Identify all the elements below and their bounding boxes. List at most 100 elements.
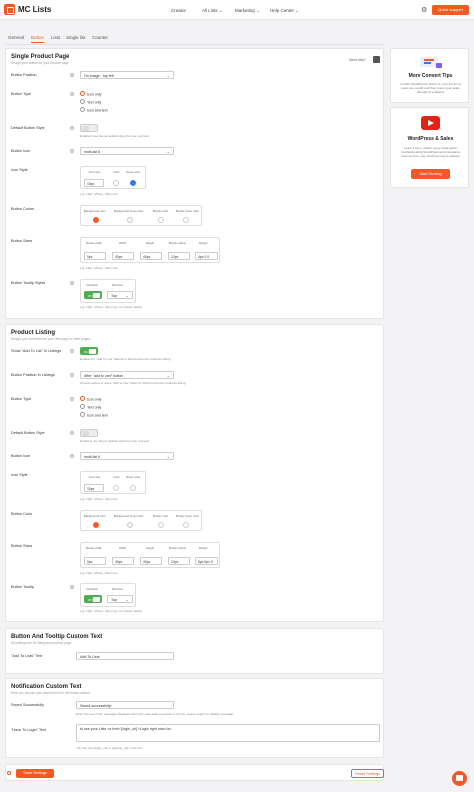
start-growing-button[interactable]: Start Growing [411, 169, 450, 179]
nav-marketing[interactable]: Marketing ⌄ [235, 8, 260, 14]
help-icon[interactable]: ? [70, 349, 74, 353]
col-label: Border width [86, 546, 102, 550]
tab-general[interactable]: General [8, 35, 24, 40]
radio-icon-and-text[interactable]: Icon and text [80, 412, 108, 418]
bg-hover-color-swatch[interactable] [127, 217, 133, 223]
help-icon[interactable]: ? [70, 73, 74, 77]
row-label: Button Icon [11, 454, 31, 458]
nav-creator[interactable]: Creator [171, 8, 186, 13]
help-icon[interactable]: ? [70, 126, 74, 130]
tab-button[interactable]: Button [31, 35, 45, 43]
video-icon[interactable] [373, 56, 380, 63]
field-note: You can use {login_url} or {signup_url} … [76, 746, 143, 750]
quick-support-button[interactable]: Quick support [432, 5, 469, 15]
reset-settings-button[interactable]: Reset Settings [351, 769, 384, 778]
border-hover-color-swatch[interactable] [183, 217, 189, 223]
default-style-toggle[interactable] [80, 124, 98, 132]
saved-successfully-input[interactable]: Saved successfully! [76, 701, 174, 709]
row-label: Default Button Style [11, 126, 45, 130]
save-settings-button[interactable]: Save Settings [16, 769, 54, 778]
col-label: Hover color [126, 475, 141, 479]
row-label: Button Sizes [11, 239, 33, 243]
margin-input[interactable]: 4px 0 0 [195, 252, 218, 260]
col-label: Font size [89, 170, 101, 174]
width-input[interactable]: 40px [112, 252, 134, 260]
row-label: Button Sizes [11, 544, 33, 548]
tips-text: Let MC WooPlan be active on your list fo… [400, 82, 461, 94]
width-input[interactable]: 40px [112, 557, 134, 565]
border-color-swatch[interactable] [158, 522, 164, 528]
help-icon[interactable]: ? [70, 149, 74, 153]
border-color-swatch[interactable] [158, 217, 164, 223]
border-radius-input[interactable]: 12px [168, 557, 190, 565]
logo-icon [4, 4, 15, 15]
show-add-to-list-toggle[interactable]: ON [80, 347, 98, 355]
footer-help-icon[interactable] [7, 771, 11, 775]
help-icon[interactable]: ? [70, 281, 74, 285]
field-note: Enable if use theme default styles for i… [80, 439, 150, 443]
radio-text-only[interactable]: Text only [80, 99, 101, 105]
col-label: Background color [84, 209, 106, 213]
tooltip-activation-toggle[interactable]: ON [84, 291, 102, 299]
nav-help-center[interactable]: Help Center ⌄ [270, 8, 299, 14]
tooltip-direction-select[interactable]: Top ⌄ [107, 291, 133, 299]
field-note: Enable the "Add To List" feature in WooC… [80, 357, 171, 361]
add-to-lists-text-input[interactable]: Add To Lists [76, 652, 174, 660]
row-label: Icon Style [11, 473, 28, 477]
radio-icon-only[interactable]: Icon only [80, 91, 101, 97]
radio-text-only[interactable]: Text only [80, 404, 101, 410]
radio-icon-and-text[interactable]: Icon and text [80, 107, 108, 113]
radio-icon-only[interactable]: Icon only [80, 396, 101, 402]
button-position-select[interactable]: On image - top left ⌄ [80, 71, 174, 79]
border-hover-color-swatch[interactable] [183, 522, 189, 528]
border-radius-input[interactable]: 12px [168, 252, 190, 260]
help-icon[interactable]: ? [70, 454, 74, 458]
field-note: Choose where to show "Add to List" butto… [80, 381, 186, 385]
help-icon[interactable]: ? [70, 431, 74, 435]
tab-single-list[interactable]: Single list [66, 35, 85, 40]
settings-icon[interactable]: ⚙ [421, 6, 427, 14]
col-label: Border color [153, 514, 169, 518]
bg-hover-color-swatch[interactable] [127, 522, 133, 528]
have-to-login-textarea[interactable]: to use your Lists <a href='{login_url}'>… [76, 724, 380, 742]
col-label: Height [146, 546, 155, 550]
help-icon[interactable]: ? [70, 397, 74, 401]
bg-color-swatch[interactable] [93, 522, 99, 528]
tab-counter[interactable]: Counter [92, 35, 108, 40]
col-label: Direction [112, 587, 124, 591]
field-note: Enter the text of the message displayed … [76, 712, 234, 716]
col-label: Font size [89, 475, 101, 479]
tooltip-direction-select[interactable]: Top ⌄ [107, 595, 133, 603]
tooltip-activation-toggle[interactable]: ON [84, 595, 102, 603]
tab-lists[interactable]: Lists [51, 35, 60, 40]
nav-all-lists[interactable]: All Lists ⌄ [202, 8, 223, 14]
need-help-link[interactable]: Need help? [349, 58, 366, 62]
help-icon[interactable]: ? [70, 92, 74, 96]
help-icon[interactable]: ? [70, 373, 74, 377]
listing-position-select[interactable]: After "add to cart" button ⌄ [80, 371, 174, 379]
height-input[interactable]: 40px [140, 557, 162, 565]
border-width-input[interactable]: 0px [84, 252, 106, 260]
icon-hover-color-swatch[interactable] [130, 485, 136, 491]
single-product-panel: Single Product Page Design your button f… [5, 48, 384, 319]
listing-icon-select[interactable]: multi-list 6 ⌄ [80, 452, 174, 460]
icon-font-size-input[interactable]: 15px [84, 484, 104, 492]
icon-color-swatch[interactable] [113, 485, 119, 491]
field-note: e.g. 10px, 15rem, 15em etc. [80, 192, 119, 196]
col-label: Border radius [169, 546, 186, 550]
bg-color-swatch[interactable] [93, 217, 99, 223]
button-icon-select[interactable]: multi-list 6 ⌄ [80, 147, 174, 155]
height-input[interactable]: 40px [140, 252, 162, 260]
row-label: Button Type [11, 397, 32, 401]
button-sizes-group: Border width Width Height Border radius … [80, 237, 220, 263]
help-icon[interactable]: ? [70, 585, 74, 589]
chat-bubble-icon[interactable] [452, 771, 467, 786]
row-label: Icon Style [11, 168, 28, 172]
icon-color-swatch[interactable] [113, 180, 119, 186]
border-width-input[interactable]: 0px [84, 557, 106, 565]
icon-font-size-input[interactable]: 15px [84, 179, 104, 187]
default-style-toggle[interactable] [80, 429, 98, 437]
icon-hover-color-swatch[interactable] [130, 180, 136, 186]
margin-input[interactable]: 5px 0px 0 [195, 557, 218, 565]
row-label: Button Tooltip Styles [11, 281, 46, 285]
